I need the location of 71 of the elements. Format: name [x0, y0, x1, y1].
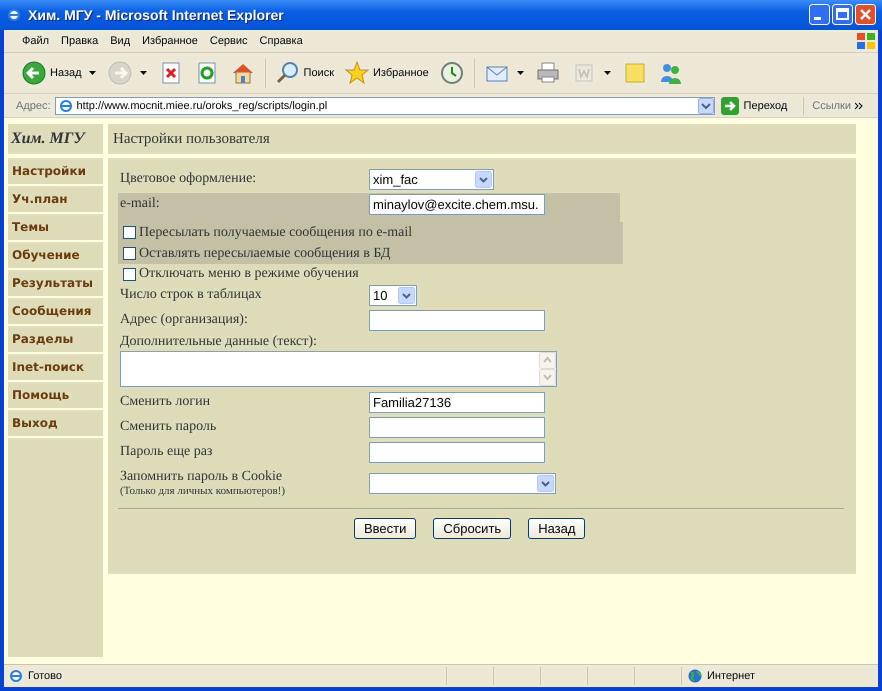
checkbox-label: Пересылать получаемые сообщения по e-mail [139, 224, 412, 241]
sidebar-item[interactable]: Разделы [8, 326, 103, 352]
star-icon [344, 60, 370, 86]
toolbar-button[interactable]: Назад [18, 58, 85, 88]
chevron-icon[interactable] [854, 102, 863, 110]
form-button[interactable]: Назад [528, 518, 586, 540]
menu-item[interactable]: Избранное [136, 32, 204, 49]
menu-item[interactable]: Сервис [204, 32, 254, 49]
select-field[interactable]: 10 [369, 284, 417, 306]
sidebar-item[interactable]: Обучение [8, 242, 103, 268]
caret-icon[interactable] [88, 70, 96, 75]
password-field[interactable] [369, 442, 545, 463]
checkbox[interactable] [123, 268, 136, 281]
sidebar-item[interactable]: Результаты [8, 270, 103, 296]
field-label: Сменить логин [120, 394, 212, 410]
field-label: Пароль еще раз [120, 444, 214, 460]
sidebar-item[interactable]: Inet-поиск [8, 354, 103, 380]
input-field[interactable] [369, 310, 545, 331]
site-title: Хим. МГУ [8, 124, 103, 154]
field-label: Цветовое оформление: [120, 171, 258, 188]
address-label: Адрес: [16, 100, 51, 112]
globe-icon [688, 669, 702, 684]
caret-icon[interactable] [516, 70, 524, 75]
sidebar-item[interactable]: Настройки [8, 158, 103, 184]
page-icon [8, 668, 24, 684]
address-field[interactable]: http://www.mocnit.miee.ru/oroks_reg/scripts/login.pl [54, 96, 715, 115]
page-icon [58, 98, 74, 114]
toolbar-button[interactable]: Поиск [272, 58, 338, 88]
input-field[interactable]: minaylov@excite.chem.msu. [369, 194, 545, 215]
history-icon[interactable] [438, 60, 465, 86]
input-field[interactable]: Familia27136 [369, 392, 545, 413]
search-icon [274, 60, 301, 86]
field-label: Запомнить пароль в Cookie [120, 469, 284, 486]
sidebar-item[interactable]: Сообщения [8, 298, 103, 324]
go-button[interactable]: Переход [718, 96, 804, 115]
password-field[interactable] [369, 416, 545, 438]
field-label: Адрес (организация): [120, 312, 249, 328]
toolbar-button[interactable]: Избранное [341, 58, 432, 88]
checkbox-label: Отключать меню в режиме обучения [139, 266, 359, 282]
links-button[interactable]: Ссылки [808, 100, 851, 112]
checkbox-label: Оставлять пересылаемые сообщения в БД [139, 246, 390, 262]
field-label: Дополнительные данные (текст): [120, 334, 318, 350]
browser-icon [6, 6, 22, 23]
maximize-button[interactable] [832, 4, 853, 26]
minimize-button[interactable] [809, 4, 830, 26]
field-label: Число строк в таблицах [120, 287, 263, 304]
sidebar-item[interactable]: Уч.план [8, 186, 103, 212]
menu-item[interactable]: Файл [16, 32, 56, 49]
text-area[interactable] [120, 351, 557, 388]
menu-item[interactable]: Справка [254, 32, 309, 49]
sidebar-item[interactable]: Помощь [8, 382, 103, 408]
field-note: (Только для личных компьютеров!) [120, 485, 286, 498]
window-title: Хим. МГУ - Microsoft Internet Explorer [28, 6, 285, 23]
zone-text: Интернет [707, 670, 755, 682]
scrollbar-drawing [539, 352, 556, 386]
menu-item[interactable]: Вид [104, 32, 136, 49]
close-button[interactable] [855, 4, 876, 26]
field-label: Сменить пароль [120, 419, 218, 436]
field-label: e-mail: [120, 196, 161, 212]
select-field[interactable] [369, 472, 556, 494]
checkbox[interactable] [123, 247, 136, 260]
form-button[interactable]: Сбросить [433, 518, 512, 540]
checkbox[interactable] [123, 226, 136, 240]
sidebar-item[interactable]: Темы [8, 214, 103, 240]
page-title: Настройки пользователя [113, 130, 270, 148]
select-field[interactable]: xim_fac [369, 168, 494, 190]
status-text: Готово [28, 670, 63, 682]
menu-item[interactable]: Правка [55, 32, 104, 49]
sidebar-item[interactable]: Выход [8, 410, 103, 436]
windows-flag-icon [854, 30, 878, 51]
form-button[interactable]: Ввести [354, 518, 416, 540]
